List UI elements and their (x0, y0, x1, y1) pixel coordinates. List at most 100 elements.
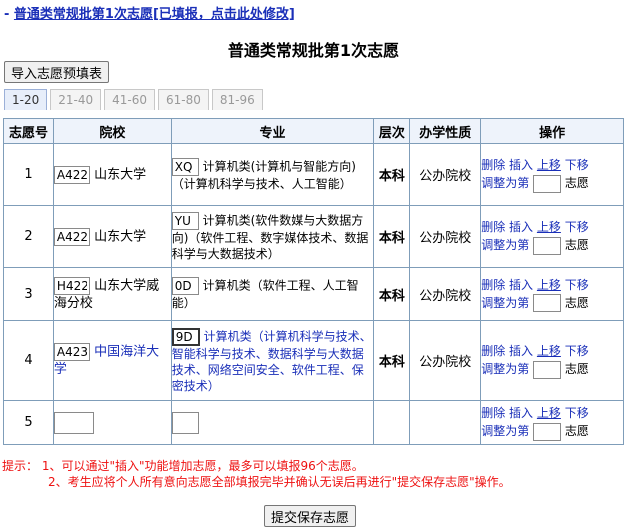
adjust-suffix: 志愿 (564, 176, 589, 191)
table-row: 3 山东大学威海分校 计算机类（软件工程、人工智能） 本科 公办院校 删除 插入… (3, 267, 624, 321)
row-no: 4 (3, 320, 54, 401)
tab-81-96[interactable]: 81-96 (211, 89, 263, 110)
major-cell: 计算机类（计算机科学与技术、智能科学与技术、数据科学与大数据技术、网络空间安全、… (170, 320, 375, 401)
ops-cell: 删除 插入 上移 下移 调整为第 志愿 (480, 320, 624, 401)
school-code-input[interactable] (53, 165, 90, 184)
submit-save-button[interactable]: 提交保存志愿 (264, 505, 357, 527)
header-no: 志愿号 (3, 118, 54, 144)
table-header-row: 志愿号 院校 专业 层次 办学性质 操作 (3, 118, 624, 144)
school-cell: 山东大学威海分校 (52, 267, 172, 321)
row-no: 1 (3, 143, 54, 206)
adjust-suffix: 志愿 (564, 362, 589, 377)
tab-41-60[interactable]: 41-60 (104, 89, 155, 110)
school-name: 山东大学 (94, 167, 147, 182)
tab-1-20[interactable]: 1-20 (4, 89, 48, 110)
table-row: 4 中国海洋大学 计算机类（计算机科学与技术、智能科学与技术、数据科学与大数据技… (3, 320, 624, 401)
school-code-input[interactable] (53, 276, 90, 295)
adjust-label: 调整为第 (481, 295, 530, 310)
table-row: 1 山东大学 计算机类(计算机与智能方向)（计算机科学与技术、人工智能） 本科 … (3, 143, 624, 206)
adjust-position-input[interactable] (533, 174, 562, 193)
adjust-position-input[interactable] (533, 236, 562, 255)
adjust-position-input[interactable] (533, 294, 562, 313)
insert-link[interactable]: 插入 (509, 220, 533, 234)
level: 本科 (373, 267, 411, 321)
table-row: 2 山东大学 计算机类(软件数媒与大数据方向)（软件工程、数字媒体技术、数据科学… (3, 205, 624, 268)
tip-line-1: 提示： 1、可以通过"插入"功能增加志愿，最多可以填报96个志愿。 (2, 459, 364, 473)
top-notice: - 普通类常规批第1次志愿[已填报，点击此处修改] (4, 3, 295, 22)
level (373, 400, 411, 445)
tip-line-2: 2、考生应将个人所有意向志愿全部填报完毕并确认无误后再进行"提交保存志愿"操作。 (48, 475, 511, 489)
school-code-input[interactable] (53, 411, 94, 434)
move-up-link[interactable]: 上移 (537, 344, 561, 358)
table-row: 5 删除 插入 上移 下移 调整为第 志愿 (3, 400, 624, 445)
major-cell: 计算机类(计算机与智能方向)（计算机科学与技术、人工智能） (170, 143, 375, 206)
delete-link[interactable]: 删除 (481, 220, 505, 234)
move-down-link[interactable]: 下移 (565, 406, 589, 420)
major-name: 计算机类（软件工程、人工智能） (171, 278, 359, 311)
row-no: 5 (3, 400, 54, 445)
delete-link[interactable]: 删除 (481, 158, 505, 172)
nature: 公办院校 (409, 267, 482, 321)
modify-volunteer-link[interactable]: 普通类常规批第1次志愿[已填报，点击此处修改] (14, 7, 295, 22)
adjust-label: 调整为第 (481, 362, 530, 377)
move-up-link[interactable]: 上移 (537, 406, 561, 420)
move-up-link[interactable]: 上移 (537, 158, 561, 172)
row-no: 3 (3, 267, 54, 321)
move-down-link[interactable]: 下移 (565, 158, 589, 172)
move-down-link[interactable]: 下移 (565, 220, 589, 234)
adjust-label: 调整为第 (481, 424, 530, 439)
major-code-input[interactable] (171, 411, 199, 434)
adjust-suffix: 志愿 (564, 424, 589, 439)
major-name: 计算机类（计算机科学与技术、智能科学与技术、数据科学与大数据技术、网络空间安全、… (171, 329, 372, 393)
tab-61-80[interactable]: 61-80 (157, 89, 209, 110)
header-level: 层次 (373, 118, 411, 144)
volunteer-table: 志愿号 院校 专业 层次 办学性质 操作 1 山东大学 计算机类(计算机与智能方… (3, 118, 624, 445)
level: 本科 (373, 205, 411, 268)
import-prefill-button[interactable]: 导入志愿预填表 (4, 61, 110, 83)
insert-link[interactable]: 插入 (509, 158, 533, 172)
school-cell: 山东大学 (52, 205, 172, 268)
insert-link[interactable]: 插入 (509, 278, 533, 292)
tips: 提示： 1、可以通过"插入"功能增加志愿，最多可以填报96个志愿。 2、考生应将… (2, 458, 511, 490)
major-cell: 计算机类（软件工程、人工智能） (170, 267, 375, 321)
level: 本科 (373, 143, 411, 206)
adjust-position-input[interactable] (533, 360, 562, 379)
major-cell (170, 400, 375, 445)
ops-cell: 删除 插入 上移 下移 调整为第 志愿 (480, 400, 624, 445)
school-code-input[interactable] (53, 343, 90, 361)
nature (409, 400, 482, 445)
header-major: 专业 (170, 118, 375, 144)
adjust-label: 调整为第 (481, 176, 530, 191)
top-notice-prefix: - (4, 7, 14, 22)
insert-link[interactable]: 插入 (509, 344, 533, 358)
adjust-position-input[interactable] (533, 422, 562, 441)
delete-link[interactable]: 删除 (481, 344, 505, 358)
move-down-link[interactable]: 下移 (565, 278, 589, 292)
page-tabs: 1-20 21-40 41-60 61-80 81-96 (4, 89, 266, 110)
major-code-input[interactable] (171, 327, 200, 346)
page-title: 普通类常规批第1次志愿 (227, 41, 400, 60)
tab-21-40[interactable]: 21-40 (50, 89, 102, 110)
row-no: 2 (3, 205, 54, 268)
major-code-input[interactable] (171, 211, 199, 230)
move-down-link[interactable]: 下移 (565, 344, 589, 358)
major-name: 计算机类(软件数媒与大数据方向)（软件工程、数字媒体技术、数据科学与大数据技术） (171, 213, 369, 261)
school-code-input[interactable] (53, 227, 90, 246)
delete-link[interactable]: 删除 (481, 278, 505, 292)
header-school: 院校 (52, 118, 172, 144)
nature: 公办院校 (409, 143, 482, 206)
ops-cell: 删除 插入 上移 下移 调整为第 志愿 (480, 205, 624, 268)
school-cell (52, 400, 172, 445)
adjust-suffix: 志愿 (564, 238, 589, 253)
header-ops: 操作 (480, 118, 624, 144)
ops-cell: 删除 插入 上移 下移 调整为第 志愿 (480, 143, 624, 206)
major-code-input[interactable] (171, 157, 199, 176)
adjust-suffix: 志愿 (564, 295, 589, 310)
adjust-label: 调整为第 (481, 238, 530, 253)
move-up-link[interactable]: 上移 (537, 220, 561, 234)
major-cell: 计算机类(软件数媒与大数据方向)（软件工程、数字媒体技术、数据科学与大数据技术） (170, 205, 375, 268)
move-up-link[interactable]: 上移 (537, 278, 561, 292)
major-code-input[interactable] (171, 277, 199, 295)
delete-link[interactable]: 删除 (481, 406, 505, 420)
insert-link[interactable]: 插入 (509, 406, 533, 420)
